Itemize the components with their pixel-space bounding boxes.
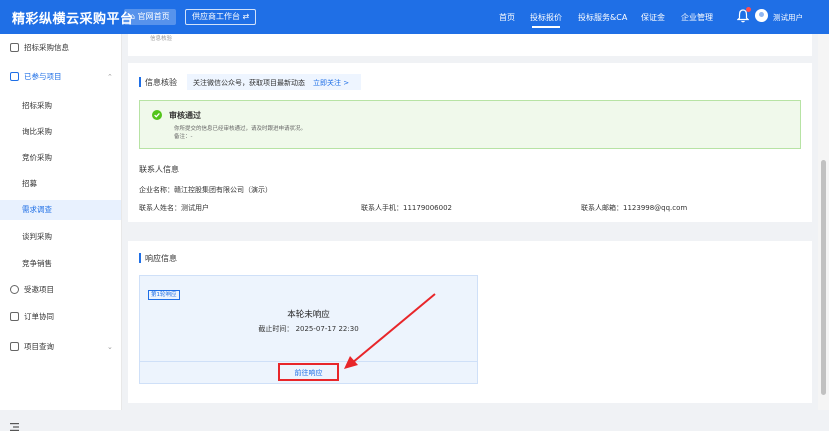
sidebar-item-label: 招标采购信息 — [24, 43, 69, 52]
menu-collapse-icon[interactable] — [10, 423, 19, 431]
sidebar-item-joined-projects[interactable]: 已参与项目 ⌃ — [0, 67, 121, 87]
sidebar-item-negotiation[interactable]: 谈判采购 — [0, 227, 121, 247]
chevron-up-icon: ⌃ — [107, 73, 113, 81]
title-accent — [139, 253, 141, 263]
sidebar-item-auction[interactable]: 竞价采购 — [0, 148, 121, 168]
sidebar-item-bid-info[interactable]: 招标采购信息 — [0, 38, 121, 58]
sidebar-item-label: 项目查询 — [24, 342, 54, 351]
company-name: 企业名称：赣江控股集团有限公司（演示） — [139, 186, 272, 194]
response-card: 响应信息 第1轮响应 本轮未响应 截止时间： 2025-07-17 22:30 … — [128, 241, 812, 403]
sidebar-item-demand-survey[interactable]: 需求调查 — [0, 200, 121, 220]
round-tag: 第1轮响应 — [148, 290, 180, 300]
contact-phone: 联系人手机：11179006002 — [361, 204, 452, 212]
contact-email: 联系人邮箱：1123998@qq.com — [581, 204, 688, 212]
wechat-notice: 关注微信公众号，获取项目最新动态 立即关注 > — [187, 74, 361, 90]
approval-desc: 你所提交的信息已经审核通过，请及时跟进申请状况。 — [174, 126, 307, 132]
sidebar-item-competitive-sale[interactable]: 竞争销售 — [0, 254, 121, 274]
scrolled-fragment: 信息核验 — [150, 36, 173, 42]
building-icon — [10, 43, 19, 52]
scrollbar-thumb[interactable] — [821, 160, 826, 395]
sidebar-item-label: 订单协同 — [24, 312, 54, 321]
sidebar-item-orders[interactable]: 订单协同 — [0, 307, 121, 327]
nav-bid-services[interactable]: 投标服务&CA — [578, 12, 627, 23]
nav-bidding[interactable]: 投标报价 — [530, 12, 562, 28]
chevron-down-icon: ⌄ — [107, 343, 113, 351]
sidebar: 招标采购信息 已参与项目 ⌃ 招标采购 询比采购 竞价采购 招募 需求调查 谈判… — [0, 34, 122, 431]
sidebar-item-label: 竞争销售 — [22, 259, 52, 268]
sidebar-item-label: 招标采购 — [22, 101, 52, 110]
nav-deposit[interactable]: 保证金 — [641, 12, 665, 23]
sidebar-item-label: 询比采购 — [22, 127, 52, 136]
sidebar-item-recruit[interactable]: 招募 — [0, 174, 121, 194]
home-button-label: 官网首页 — [137, 12, 170, 21]
notification-dot — [746, 7, 751, 12]
check-circle-icon — [152, 110, 162, 120]
avatar[interactable] — [755, 9, 768, 22]
nav-enterprise[interactable]: 企业管理 — [681, 12, 713, 23]
home-button[interactable]: ⌂ 官网首页 — [124, 9, 176, 25]
contact-name: 联系人姓名：测试用户 — [139, 204, 209, 212]
approval-banner: 审核通过 你所提交的信息已经审核通过，请及时跟进申请状况。 备注：- — [139, 100, 801, 149]
sidebar-item-label: 需求调查 — [22, 205, 52, 214]
verify-card: 信息核验 关注微信公众号，获取项目最新动态 立即关注 > 审核通过 你所提交的信… — [128, 63, 812, 222]
follow-now-link[interactable]: 立即关注 > — [313, 78, 349, 88]
sidebar-item-invited[interactable]: 受邀项目 — [0, 280, 121, 300]
sidebar-item-label: 招募 — [22, 179, 37, 188]
invite-icon — [10, 285, 19, 294]
wechat-notice-text: 关注微信公众号，获取项目最新动态 — [193, 79, 305, 87]
home-icon: ⌂ — [130, 12, 136, 21]
sidebar-item-label: 受邀项目 — [24, 285, 54, 294]
verify-title: 信息核验 — [145, 78, 177, 87]
sidebar-item-inquiry[interactable]: 询比采购 — [0, 122, 121, 142]
contact-title: 联系人信息 — [139, 165, 179, 174]
folder-icon — [10, 72, 19, 81]
search-icon — [10, 342, 19, 351]
order-icon — [10, 312, 19, 321]
approval-title: 审核通过 — [169, 111, 201, 120]
response-title: 响应信息 — [145, 254, 177, 263]
annotation-arrow — [344, 293, 436, 369]
sidebar-item-label: 已参与项目 — [24, 72, 62, 81]
nav-home[interactable]: 首页 — [499, 12, 515, 23]
brand-title: 精彩纵横云采购平台 — [12, 12, 134, 27]
sidebar-item-tender[interactable]: 招标采购 — [0, 96, 121, 116]
sidebar-item-label: 竞价采购 — [22, 153, 52, 162]
top-partial-card: 信息核验 — [128, 34, 812, 56]
top-navbar: 精彩纵横云采购平台 ⌂ 官网首页 供应商工作台 ⇄ 首页 投标报价 投标服务&C… — [0, 0, 829, 34]
sidebar-item-label: 谈判采购 — [22, 232, 52, 241]
username[interactable]: 测试用户 — [773, 12, 803, 23]
workbench-button[interactable]: 供应商工作台 ⇄ — [185, 9, 257, 25]
title-accent — [139, 77, 141, 87]
sidebar-item-project-search[interactable]: 项目查询 ⌄ — [0, 337, 121, 357]
approval-remark: 备注：- — [174, 134, 193, 140]
